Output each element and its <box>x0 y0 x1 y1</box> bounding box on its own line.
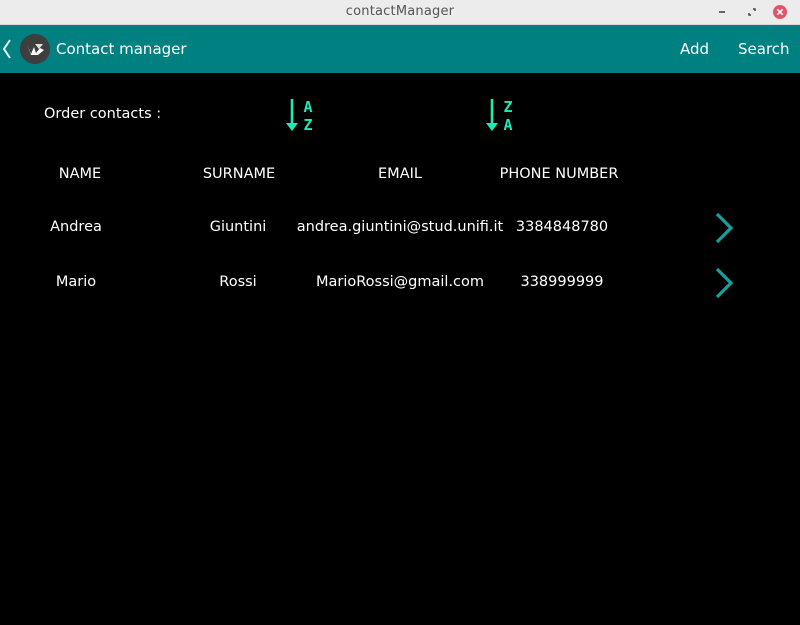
cell-email: MarioRossi@gmail.com <box>315 274 485 290</box>
header-email: EMAIL <box>378 166 422 182</box>
window-title: contactManager <box>345 4 455 19</box>
cell-phone: 3384848780 <box>515 219 609 235</box>
header-phone-number: PHONE NUMBER <box>499 166 619 182</box>
chevron-right-icon[interactable] <box>711 265 737 301</box>
header-surname: SURNAME <box>202 166 276 182</box>
cell-surname: Rossi <box>219 274 257 290</box>
sort-az-top-letter: A <box>303 98 312 116</box>
window-titlebar: contactManager <box>0 0 800 25</box>
sort-descending-button[interactable]: Z A <box>483 97 519 135</box>
order-contacts-label: Order contacts : <box>44 106 162 122</box>
cell-name: Andrea <box>50 219 102 235</box>
app-bar: Contact manager Add Search <box>0 25 800 73</box>
sort-ascending-button[interactable]: A Z <box>283 97 319 135</box>
cell-phone: 338999999 <box>520 274 604 290</box>
chevron-right-icon[interactable] <box>711 210 737 246</box>
cell-email: andrea.giuntini@stud.unifi.it <box>296 219 504 235</box>
sort-az-bottom-letter: Z <box>303 116 312 134</box>
app-logo-icon <box>20 34 50 64</box>
app-title: Contact manager <box>56 40 187 58</box>
maximize-icon[interactable] <box>744 4 760 20</box>
cell-surname: Giuntini <box>209 219 267 235</box>
minimize-icon[interactable] <box>714 4 730 20</box>
sort-arrow-down-icon <box>286 99 298 131</box>
sort-za-bottom-letter: A <box>503 116 512 134</box>
back-arrow-icon[interactable] <box>0 36 14 62</box>
sort-arrow-down-icon <box>486 99 498 131</box>
sort-za-top-letter: Z <box>503 98 512 116</box>
close-icon[interactable] <box>772 4 788 20</box>
cell-name: Mario <box>55 274 97 290</box>
add-button[interactable]: Add <box>680 40 709 58</box>
header-name: NAME <box>58 166 102 182</box>
search-button[interactable]: Search <box>738 40 790 58</box>
